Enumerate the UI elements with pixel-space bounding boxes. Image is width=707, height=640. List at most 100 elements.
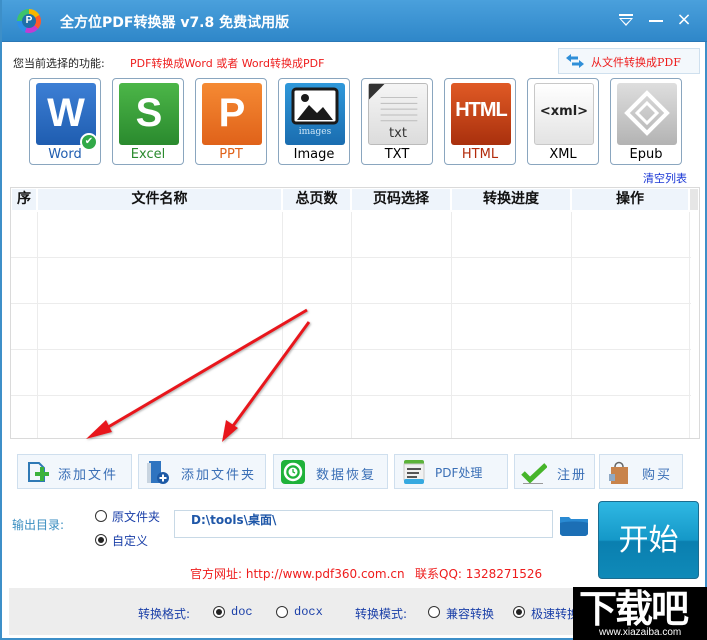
watermark-text: 下载吧 <box>579 587 689 631</box>
pdf-process-label: PDF处理 <box>435 466 483 480</box>
excel-icon: S <box>119 83 179 145</box>
format-excel-button[interactable]: S Excel <box>112 78 184 165</box>
format-epub-button[interactable]: Epub <box>610 78 682 165</box>
title-bar[interactable]: 全方位PDF转换器 v7.8 免费试用版 × <box>2 0 707 42</box>
browse-folder-icon[interactable] <box>559 513 589 537</box>
column-header-total-pages[interactable]: 总页数 <box>283 189 351 210</box>
app-logo-icon <box>17 9 41 33</box>
shopping-bag-icon <box>609 461 628 484</box>
add-folder-button[interactable]: 添加文件夹 <box>138 454 266 489</box>
add-file-button[interactable]: 添加文件 <box>17 454 132 489</box>
image-icon: images <box>285 83 345 145</box>
html-glyph: HTML <box>455 99 508 121</box>
menu-icon <box>619 14 633 16</box>
current-function-label: 您当前选择的功能: <box>13 57 105 70</box>
column-header-progress[interactable]: 转换进度 <box>452 189 571 210</box>
xml-icon: <xml> <box>534 83 594 145</box>
radio-mode-compatible[interactable] <box>428 606 440 618</box>
format-txt-label: TXT <box>384 147 410 162</box>
add-file-icon <box>28 462 49 482</box>
close-button[interactable]: × <box>672 8 696 32</box>
table-row <box>11 303 691 304</box>
buy-label: 购买 <box>642 468 673 483</box>
radio-format-docx[interactable] <box>276 606 288 618</box>
format-xml-button[interactable]: <xml> XML <box>527 78 599 165</box>
start-button[interactable]: 开始 <box>598 501 699 579</box>
conversion-mode-label: 转换模式: <box>355 607 408 621</box>
watermark-logo: 下载吧 www.xiazaiba.com <box>573 587 707 640</box>
file-table[interactable]: 序 文件名称 总页数 页码选择 转换进度 操作 <box>10 187 700 439</box>
convert-to-pdf-label: 从文件转换成PDF <box>591 56 681 69</box>
grid-line <box>451 212 452 438</box>
table-scrollbar[interactable] <box>690 189 698 210</box>
table-row <box>11 257 691 258</box>
minimize-button[interactable] <box>644 8 668 32</box>
radio-mode-compatible-label[interactable]: 兼容转换 <box>446 605 494 622</box>
table-row <box>11 349 691 350</box>
column-header-index[interactable]: 序 <box>12 189 37 210</box>
column-header-actions[interactable]: 操作 <box>572 189 689 210</box>
close-icon: × <box>676 9 692 30</box>
column-header-page-selection[interactable]: 页码选择 <box>352 189 451 210</box>
output-directory-label: 输出目录: <box>12 518 65 532</box>
txt-icon: txt <box>368 83 428 145</box>
grid-line <box>37 212 38 438</box>
word-icon: W ✔ <box>36 83 98 151</box>
xml-glyph: <xml> <box>539 104 589 119</box>
radio-format-doc-label[interactable]: doc <box>231 605 253 619</box>
format-image-label: Image <box>293 147 335 162</box>
epub-diamond-icon <box>624 90 670 136</box>
table-header: 序 文件名称 总页数 页码选择 转换进度 操作 <box>11 188 691 212</box>
format-xml-label: XML <box>549 147 577 162</box>
contact-qq-text: 联系QQ: 1328271526 <box>415 567 543 581</box>
format-epub-label: Epub <box>629 147 663 162</box>
menu-button[interactable] <box>614 8 638 32</box>
pdf-process-button[interactable]: PDF处理 <box>394 454 508 489</box>
grid-line <box>571 212 572 438</box>
format-ppt-button[interactable]: P PPT <box>195 78 267 165</box>
swap-arrows-icon <box>566 54 584 68</box>
column-header-filename[interactable]: 文件名称 <box>38 189 282 210</box>
add-folder-label: 添加文件夹 <box>181 468 257 483</box>
radio-original-folder[interactable] <box>95 510 107 522</box>
radio-original-folder-label[interactable]: 原文件夹 <box>112 508 160 525</box>
data-recovery-button[interactable]: 数据恢复 <box>273 454 388 489</box>
grid-line <box>351 212 352 438</box>
official-website-text: 官方网址: http://www.pdf360.com.cn <box>190 567 405 581</box>
watermark-url: www.xiazaiba.com <box>599 627 682 638</box>
format-image-button[interactable]: images Image <box>278 78 350 165</box>
radio-mode-fast[interactable] <box>513 606 525 618</box>
data-recovery-label: 数据恢复 <box>316 468 377 483</box>
format-excel-label: Excel <box>130 147 166 162</box>
radio-custom-folder[interactable] <box>95 534 107 546</box>
register-label: 注册 <box>557 468 588 483</box>
dropdown-triangle-inner <box>621 19 631 24</box>
ppt-icon: P <box>202 83 262 145</box>
format-word-button[interactable]: W ✔ Word <box>29 78 101 165</box>
format-txt-button[interactable]: txt TXT <box>361 78 433 165</box>
document-lines-icon <box>403 460 425 484</box>
radio-format-doc[interactable] <box>213 606 225 618</box>
buy-button[interactable]: 购买 <box>599 454 683 489</box>
html-icon: HTML <box>451 83 511 145</box>
format-html-button[interactable]: HTML HTML <box>444 78 516 165</box>
table-row <box>11 395 691 396</box>
format-ppt-label: PPT <box>219 147 243 162</box>
grid-line <box>282 212 283 438</box>
radio-format-docx-label[interactable]: docx <box>294 605 323 619</box>
radio-custom-folder-label[interactable]: 自定义 <box>112 532 148 549</box>
add-folder-icon <box>147 461 169 484</box>
recovery-clock-icon <box>281 460 305 484</box>
app-window: 全方位PDF转换器 v7.8 免费试用版 × 您当前选择的功能: PDF转换成W… <box>0 0 707 640</box>
radio-mode-fast-label[interactable]: 极速转换 <box>531 605 579 622</box>
conversion-settings-bar: 转换格式: doc docx 转换模式: 兼容转换 极速转换 <box>9 588 629 635</box>
word-glyph: W <box>47 91 85 135</box>
grid-line <box>689 212 690 438</box>
current-function-value: PDF转换成Word 或者 Word转换成PDF <box>130 57 325 70</box>
window-title: 全方位PDF转换器 v7.8 免费试用版 <box>60 15 290 31</box>
convert-to-pdf-button[interactable]: 从文件转换成PDF <box>558 48 700 74</box>
format-word-label: Word <box>48 147 82 162</box>
register-button[interactable]: 注册 <box>514 454 595 489</box>
output-path-input[interactable]: D:\tools\桌面\ <box>174 510 553 538</box>
clear-list-link[interactable]: 清空列表 <box>643 170 687 186</box>
